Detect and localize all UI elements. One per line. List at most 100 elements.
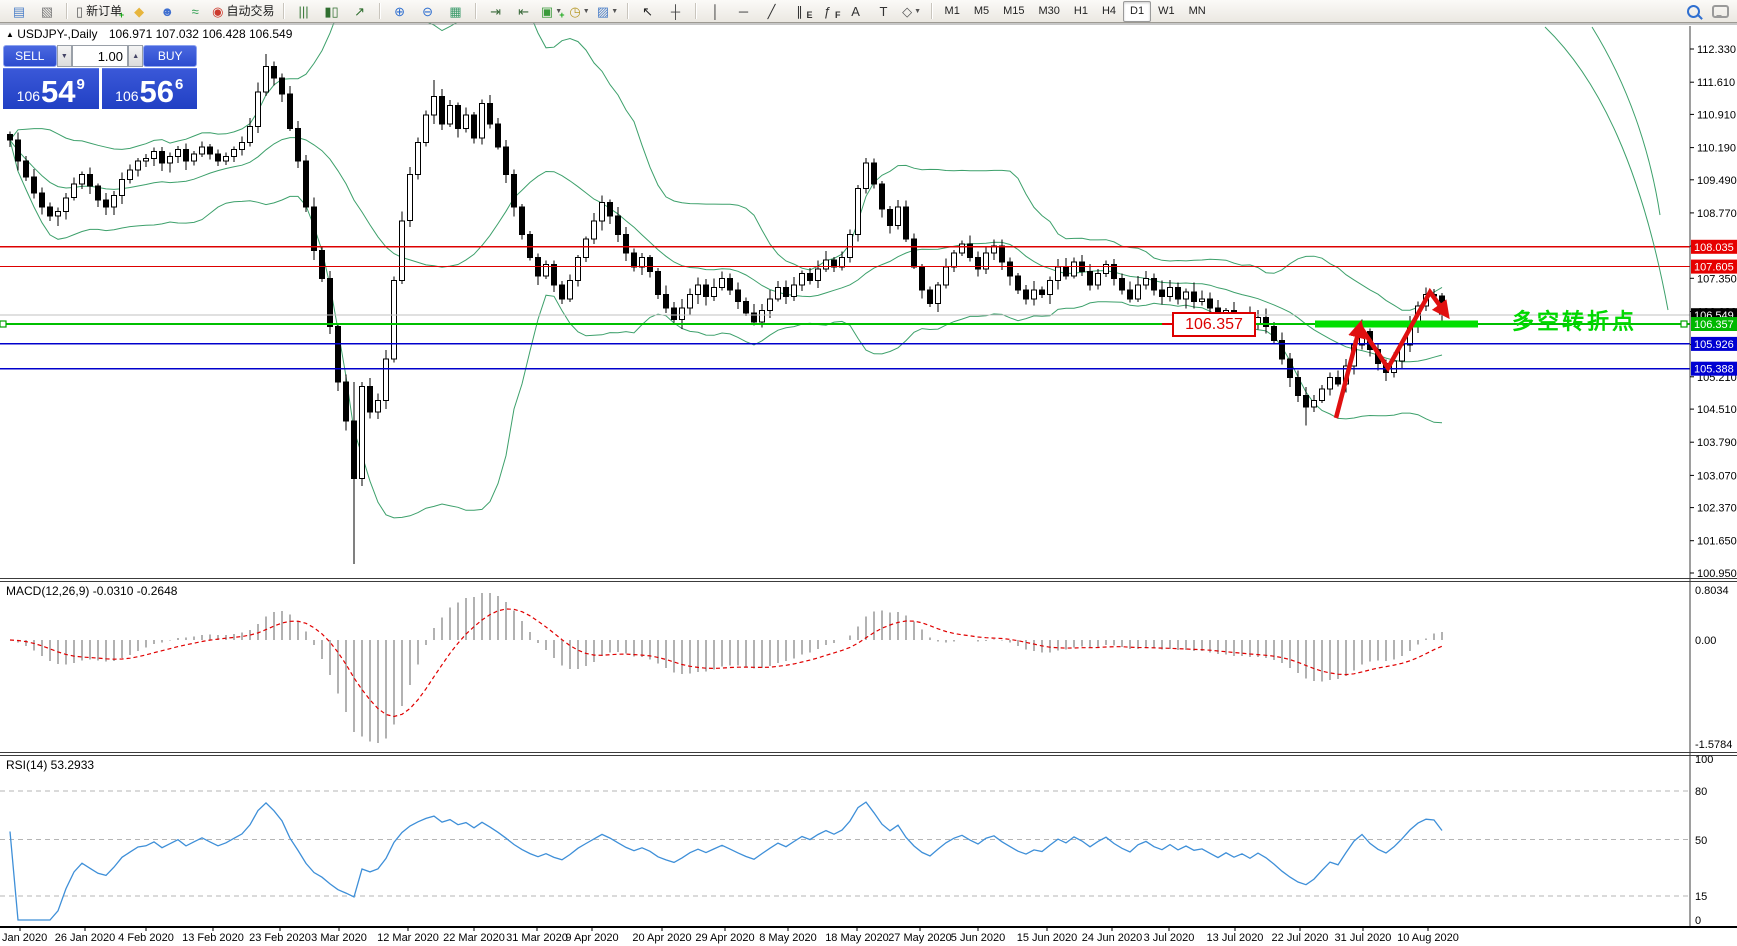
algo-trading-icon: ◉ bbox=[212, 3, 224, 19]
text-button[interactable]: A bbox=[842, 1, 870, 22]
new-chart-icon: ▤ bbox=[12, 3, 26, 19]
price-level-box[interactable]: 106.357 bbox=[1172, 312, 1256, 337]
horizontal-line-button[interactable]: ─ bbox=[730, 1, 758, 22]
svg-text:101.650: 101.650 bbox=[1697, 536, 1737, 548]
trend-arrow[interactable] bbox=[1333, 287, 1450, 419]
timeframe-m30[interactable]: M30 bbox=[1032, 1, 1067, 22]
svg-text:10 Aug 2020: 10 Aug 2020 bbox=[1397, 932, 1459, 944]
new-order-icon: ▯ bbox=[76, 3, 84, 19]
zoom-out-button[interactable]: ⊖ bbox=[414, 1, 442, 22]
template-button[interactable]: ▨ ▼ bbox=[594, 1, 622, 22]
volume-increase-button[interactable]: ▲ bbox=[128, 45, 144, 67]
price-scale[interactable]: 112.330 111.610 110.910 110.190 109.490 108.7… bbox=[1690, 44, 1737, 580]
algo-trading-button[interactable]: ◉ 自动交易 bbox=[209, 1, 277, 22]
search-icon[interactable] bbox=[1687, 4, 1700, 18]
period-button[interactable]: ◷ ▼ bbox=[566, 1, 594, 22]
svg-text:103.790: 103.790 bbox=[1697, 437, 1737, 449]
rsi-scale[interactable]: 100 80 50 15 0 bbox=[1695, 754, 1713, 927]
vertical-line-icon: │ bbox=[711, 3, 720, 19]
timeframe-d1[interactable]: D1 bbox=[1123, 0, 1152, 22]
metaquotes-button[interactable]: ◆ bbox=[125, 1, 153, 22]
chart-shift-button[interactable]: ⇤ bbox=[510, 1, 538, 22]
volume-input[interactable] bbox=[72, 45, 128, 67]
svg-text:105.388: 105.388 bbox=[1694, 364, 1734, 376]
svg-text:9 Apr 2020: 9 Apr 2020 bbox=[565, 932, 618, 944]
sell-button[interactable]: SELL bbox=[3, 45, 57, 67]
chart-symbol-label: USDJPY-,Daily bbox=[17, 27, 98, 41]
zoom-in-icon: ⊕ bbox=[394, 3, 405, 19]
fibonacci-button[interactable]: ƒF bbox=[814, 1, 842, 22]
buy-button[interactable]: BUY bbox=[143, 45, 197, 67]
new-order-button[interactable]: ▯ + 新订单 bbox=[73, 1, 125, 22]
timeframe-m5[interactable]: M5 bbox=[967, 1, 996, 22]
text-label-button[interactable]: T bbox=[870, 1, 898, 22]
svg-text:5 Jun 2020: 5 Jun 2020 bbox=[951, 932, 1005, 944]
equidistant-channel-button[interactable]: ∥ E bbox=[786, 1, 814, 22]
auto-scroll-button[interactable]: ⇥ bbox=[482, 1, 510, 22]
svg-text:20 Apr 2020: 20 Apr 2020 bbox=[632, 932, 691, 944]
text-label-icon: T bbox=[879, 3, 888, 19]
trendline-button[interactable]: ╱ bbox=[758, 1, 786, 22]
dropdown-caret-icon[interactable]: ▼ bbox=[914, 8, 921, 15]
buy-price-display[interactable]: 106 56 6 bbox=[101, 68, 197, 109]
timeframe-m15[interactable]: M15 bbox=[996, 1, 1031, 22]
buy-price-big: 56 bbox=[139, 74, 174, 109]
timeframe-m1[interactable]: M1 bbox=[938, 1, 967, 22]
turning-point-annotation[interactable]: 多空转折点 bbox=[1512, 304, 1637, 336]
vertical-line-button[interactable]: │ bbox=[702, 1, 730, 22]
collapse-icon[interactable]: ▲ bbox=[6, 30, 14, 39]
new-chart-button[interactable]: ▤ bbox=[5, 1, 33, 22]
rsi-levels bbox=[0, 790, 1690, 897]
toolbar-separator bbox=[474, 3, 477, 19]
bollinger-bands bbox=[9, 0, 1443, 519]
zoom-in-button[interactable]: ⊕ bbox=[386, 1, 414, 22]
market-icon: ☻ bbox=[160, 3, 175, 19]
svg-text:110.910: 110.910 bbox=[1697, 109, 1736, 121]
svg-text:27 May 2020: 27 May 2020 bbox=[888, 932, 952, 944]
timeframe-h1[interactable]: H1 bbox=[1067, 1, 1095, 22]
candle-chart-type-button[interactable]: ▮▯ bbox=[318, 1, 346, 22]
svg-text:8 May 2020: 8 May 2020 bbox=[759, 932, 816, 944]
volume-decrease-button[interactable]: ▼ bbox=[56, 45, 72, 67]
chart-canvas[interactable]: 112.330 111.610 110.910 110.190 109.490 108.7… bbox=[0, 0, 1737, 946]
icon-badge: E bbox=[806, 9, 813, 20]
timeframe-mn[interactable]: MN bbox=[1182, 1, 1213, 22]
crosshair-button[interactable]: ┼ bbox=[662, 1, 690, 22]
line-chart-type-button[interactable]: ↗ bbox=[346, 1, 374, 22]
profiles-button[interactable]: ▧ bbox=[33, 1, 61, 22]
timeframe-h4[interactable]: H4 bbox=[1095, 1, 1123, 22]
svg-text:109.490: 109.490 bbox=[1697, 175, 1737, 187]
signals-button[interactable]: ≈ bbox=[181, 1, 209, 22]
svg-text:0: 0 bbox=[1695, 915, 1701, 927]
market-button[interactable]: ☻ bbox=[153, 1, 181, 22]
macd-scale[interactable]: 0.8034 0.00 -1.5784 bbox=[1695, 585, 1732, 751]
toolbar-group: ⇥ ⇤ ▣ + ▼ ◷ ▼ ▨ ▼ bbox=[479, 0, 625, 22]
auto-scroll-icon: ⇥ bbox=[490, 3, 501, 19]
trendline-icon: ╱ bbox=[767, 3, 776, 19]
svg-text:31 Mar 2020: 31 Mar 2020 bbox=[506, 932, 568, 944]
shapes-button[interactable]: ◇ ▼ bbox=[898, 1, 926, 22]
tile-windows-button[interactable]: ▦ bbox=[442, 1, 470, 22]
dropdown-caret-icon[interactable]: ▼ bbox=[611, 8, 618, 15]
svg-text:107.350: 107.350 bbox=[1697, 273, 1737, 285]
fibonacci-icon: ƒ bbox=[823, 3, 832, 19]
curve-object[interactable] bbox=[1544, 26, 1669, 311]
toolbar-separator bbox=[282, 3, 285, 19]
date-scale[interactable]: 6 Jan 2020 26 Jan 20204 Feb 2020 13 Feb 20… bbox=[0, 927, 1459, 944]
sell-price-prefix: 106 bbox=[16, 88, 41, 104]
dropdown-caret-icon[interactable]: ▼ bbox=[583, 8, 590, 15]
template-icon: ▨ bbox=[596, 3, 610, 19]
equidistant-channel-icon: ∥ bbox=[796, 3, 803, 19]
indicators-button[interactable]: ▣ + ▼ bbox=[538, 1, 566, 22]
timeframe-w1[interactable]: W1 bbox=[1151, 1, 1182, 22]
bar-chart-type-button[interactable]: ||| bbox=[290, 1, 318, 22]
svg-text:22 Mar 2020: 22 Mar 2020 bbox=[443, 932, 505, 944]
chat-icon[interactable] bbox=[1712, 4, 1729, 18]
svg-text:108.035: 108.035 bbox=[1694, 242, 1734, 254]
cursor-button[interactable]: ↖ bbox=[634, 1, 662, 22]
cursor-icon: ↖ bbox=[642, 3, 653, 19]
sell-price-sup: 9 bbox=[76, 76, 85, 93]
svg-text:107.605: 107.605 bbox=[1694, 262, 1734, 274]
svg-text:103.070: 103.070 bbox=[1697, 470, 1737, 482]
sell-price-display[interactable]: 106 54 9 bbox=[3, 68, 99, 109]
